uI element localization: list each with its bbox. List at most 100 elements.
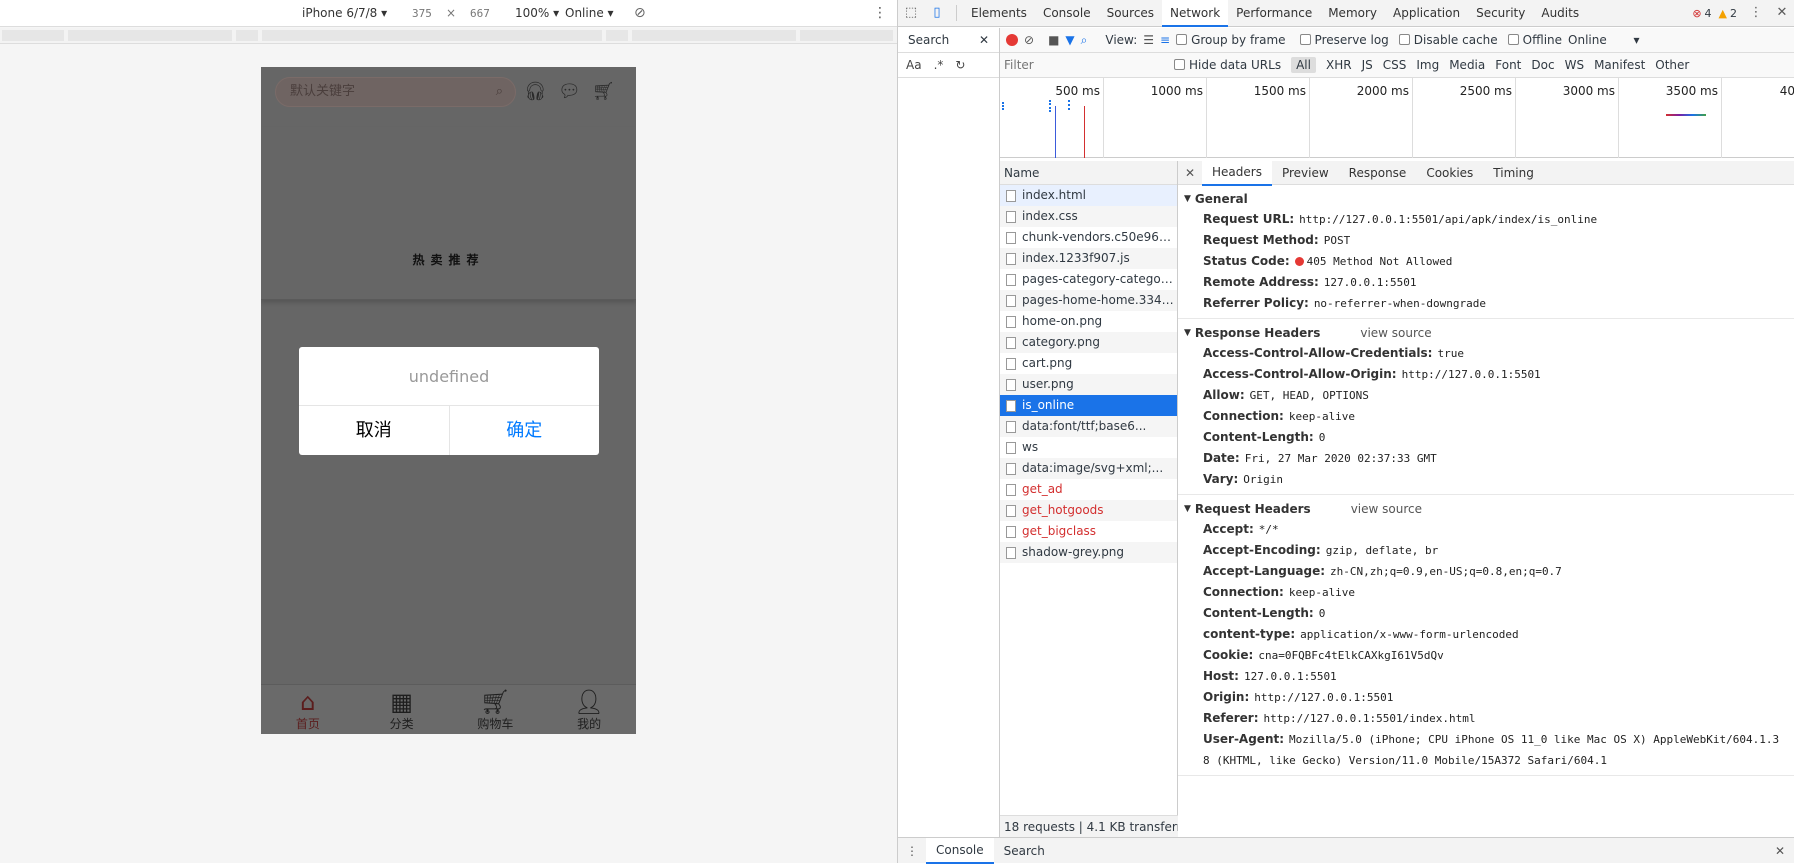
request-row[interactable]: is_online <box>1000 395 1177 416</box>
tab-performance[interactable]: Performance <box>1228 0 1320 27</box>
filter-input[interactable] <box>1004 56 1164 74</box>
tab-headers[interactable]: Headers <box>1202 161 1272 186</box>
request-row[interactable]: data:font/ttf;base6... <box>1000 416 1177 437</box>
offline-checkbox[interactable]: Offline <box>1507 33 1562 47</box>
tab-preview[interactable]: Preview <box>1272 161 1339 185</box>
tab-timing[interactable]: Timing <box>1483 161 1544 185</box>
rotate-icon[interactable]: ⊘ <box>634 5 646 21</box>
tab-sources[interactable]: Sources <box>1099 0 1162 27</box>
headset-icon[interactable]: 🎧︎ <box>524 81 547 103</box>
search-input[interactable]: 默认关键字 ⌕ <box>275 77 516 107</box>
width-input[interactable]: 375 <box>412 7 432 20</box>
tab-profile[interactable]: 👤︎ 我的 <box>542 685 636 734</box>
request-row[interactable]: pages-category-category~... <box>1000 269 1177 290</box>
filter-font[interactable]: Font <box>1495 58 1521 72</box>
kebab-menu-icon[interactable]: ⋮ <box>1747 4 1765 22</box>
filter-media[interactable]: Media <box>1449 58 1485 72</box>
tab-console[interactable]: Console <box>1035 0 1099 27</box>
tab-cookies[interactable]: Cookies <box>1416 161 1483 185</box>
tab-category[interactable]: ▦ 分类 <box>355 685 449 734</box>
clear-icon[interactable]: ⊘ <box>1024 33 1034 47</box>
file-icon <box>1006 358 1016 370</box>
filter-ws[interactable]: WS <box>1565 58 1584 72</box>
view-source-link[interactable]: view source <box>1351 499 1422 519</box>
request-row[interactable]: ws <box>1000 437 1177 458</box>
close-icon[interactable]: ✕ <box>1775 844 1794 858</box>
header-key: User-Agent: <box>1203 732 1285 746</box>
request-row[interactable]: home-on.png <box>1000 311 1177 332</box>
close-icon[interactable]: ✕ <box>1773 4 1791 22</box>
throttling-select[interactable]: Online ▾ <box>1568 33 1639 47</box>
filter-manifest[interactable]: Manifest <box>1594 58 1645 72</box>
filter-icon[interactable]: ▼ <box>1065 33 1074 47</box>
filter-css[interactable]: CSS <box>1383 58 1407 72</box>
tab-elements[interactable]: Elements <box>963 0 1035 27</box>
name-column-header[interactable]: Name <box>1000 161 1177 185</box>
close-icon[interactable]: ✕ <box>979 28 989 52</box>
list-view-icon[interactable]: ☰ <box>1143 33 1154 47</box>
request-row[interactable]: chunk-vendors.c50e967c.js <box>1000 227 1177 248</box>
filter-js[interactable]: JS <box>1362 58 1373 72</box>
preserve-log-checkbox[interactable]: Preserve log <box>1299 33 1389 47</box>
cart-icon[interactable]: 🛒︎ <box>592 81 615 103</box>
tab-security[interactable]: Security <box>1468 0 1533 27</box>
section-header[interactable]: ▼ Request Headers view source <box>1178 499 1794 519</box>
section-header[interactable]: ▼ Response Headers view source <box>1178 323 1794 343</box>
waterfall-view-icon[interactable]: ≡ <box>1160 33 1170 47</box>
device-toggle-icon[interactable]: ▯ <box>928 4 946 22</box>
section-header[interactable]: ▼ General <box>1178 189 1794 209</box>
bottom-tabbar: ⌂ 首页 ▦ 分类 🛒︎ 购物车 👤︎ 我的 <box>261 684 636 734</box>
record-icon[interactable] <box>1006 34 1018 46</box>
tab-home[interactable]: ⌂ 首页 <box>261 685 355 734</box>
tick-label: 500 ms <box>1055 84 1100 98</box>
view-source-link[interactable]: view source <box>1360 323 1431 343</box>
request-row[interactable]: shadow-grey.png <box>1000 542 1177 563</box>
filter-other[interactable]: Other <box>1655 58 1689 72</box>
request-row[interactable]: cart.png <box>1000 353 1177 374</box>
disable-cache-checkbox[interactable]: Disable cache <box>1398 33 1498 47</box>
throttle-select[interactable]: Online ▾ <box>565 6 614 20</box>
drawer-menu-icon[interactable]: ⋮ <box>898 844 926 858</box>
request-row[interactable]: get_ad <box>1000 479 1177 500</box>
regex-button[interactable]: .* <box>934 53 944 77</box>
request-row[interactable]: get_bigclass <box>1000 521 1177 542</box>
tab-audits[interactable]: Audits <box>1533 0 1587 27</box>
close-icon[interactable]: ✕ <box>1178 166 1202 180</box>
request-row[interactable]: data:image/svg+xml;... <box>1000 458 1177 479</box>
refresh-icon[interactable]: ↻ <box>955 53 965 77</box>
file-icon <box>1006 295 1016 307</box>
request-row[interactable]: index.css <box>1000 206 1177 227</box>
tab-network[interactable]: Network <box>1162 0 1229 27</box>
request-row[interactable]: category.png <box>1000 332 1177 353</box>
match-case-button[interactable]: Aa <box>906 53 922 77</box>
network-overview[interactable]: 500 ms 1000 ms 1500 ms 2000 ms 2500 ms 3… <box>1000 78 1794 158</box>
height-input[interactable]: 667 <box>470 7 490 20</box>
filter-all[interactable]: All <box>1291 57 1316 73</box>
drawer-tab-console[interactable]: Console <box>926 837 994 864</box>
issue-counters[interactable]: ⊗ 4 ▲ 2 <box>1692 7 1737 20</box>
filter-img[interactable]: Img <box>1416 58 1439 72</box>
tab-application[interactable]: Application <box>1385 0 1468 27</box>
request-row[interactable]: pages-home-home.334ce5... <box>1000 290 1177 311</box>
hide-data-urls-checkbox[interactable]: Hide data URLs <box>1174 58 1281 72</box>
filter-doc[interactable]: Doc <box>1531 58 1554 72</box>
message-icon[interactable]: 💬︎ <box>558 81 581 103</box>
request-row[interactable]: get_hotgoods <box>1000 500 1177 521</box>
tab-response[interactable]: Response <box>1339 161 1417 185</box>
zoom-select[interactable]: 100% ▾ <box>515 6 559 20</box>
tab-cart[interactable]: 🛒︎ 购物车 <box>449 685 543 734</box>
cancel-button[interactable]: 取消 <box>299 406 450 455</box>
device-select[interactable]: iPhone 6/7/8 ▾ <box>302 6 387 20</box>
request-row[interactable]: index.html <box>1000 185 1177 206</box>
group-by-frame-checkbox[interactable]: Group by frame <box>1176 33 1286 47</box>
inspect-icon[interactable]: ⬚ <box>902 4 920 22</box>
request-row[interactable]: index.1233f907.js <box>1000 248 1177 269</box>
confirm-button[interactable]: 确定 <box>450 406 600 455</box>
request-row[interactable]: user.png <box>1000 374 1177 395</box>
search-icon[interactable]: ⌕ <box>1081 33 1088 48</box>
tab-memory[interactable]: Memory <box>1320 0 1385 27</box>
drawer-tab-search[interactable]: Search <box>994 839 1055 863</box>
capture-screenshots-icon[interactable]: ■ <box>1048 33 1059 47</box>
more-menu-icon[interactable]: ⋮ <box>873 5 887 21</box>
filter-xhr[interactable]: XHR <box>1326 58 1352 72</box>
